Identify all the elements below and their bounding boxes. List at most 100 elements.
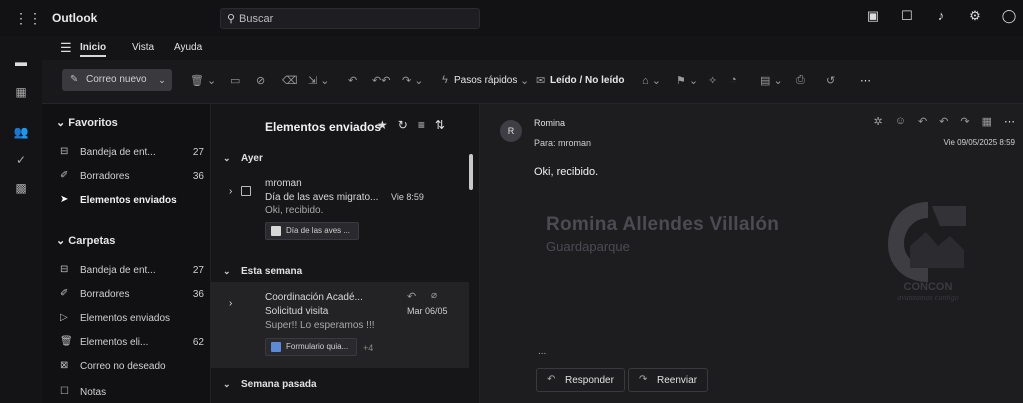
- sent-icon: ➤: [60, 194, 69, 205]
- account-icon[interactable]: ◯: [1001, 8, 1017, 24]
- people-icon[interactable]: 👥: [13, 124, 29, 140]
- reply-icon[interactable]: ↶: [918, 115, 927, 128]
- print-icon[interactable]: ⎙: [796, 74, 805, 87]
- move-icon[interactable]: ⇲ ⌄: [308, 74, 330, 87]
- folders-header[interactable]: ⌄ Carpetas: [56, 234, 115, 247]
- sort-icon[interactable]: ⇅: [435, 118, 445, 132]
- mail-preview: Super!! Lo esperamos !!!: [265, 320, 375, 331]
- group-header-yesterday[interactable]: ⌄ Ayer: [223, 153, 263, 164]
- folder-notes[interactable]: ☐ Notas: [60, 384, 210, 403]
- app-launcher-icon[interactable]: ⋮⋮: [14, 11, 42, 25]
- read-unread-button[interactable]: Leído / No leído: [550, 75, 624, 86]
- chevron-down-icon[interactable]: ⌄: [520, 74, 529, 87]
- pin-icon[interactable]: ✧: [708, 74, 717, 87]
- reply-icon: ↶: [547, 374, 556, 385]
- star-icon[interactable]: ★: [377, 118, 388, 132]
- sender-name[interactable]: Romina: [534, 118, 565, 128]
- feedback-icon[interactable]: ☐: [899, 8, 915, 24]
- select-checkbox[interactable]: [241, 186, 251, 196]
- sweep-icon[interactable]: ⌫: [282, 74, 298, 87]
- folder-favorite-drafts[interactable]: ✐ Borradores 36: [60, 168, 210, 188]
- reply-all-icon[interactable]: ↶↶: [372, 74, 390, 87]
- apps-icon[interactable]: ▩: [13, 180, 29, 196]
- logo-tagline: avanzamos contigo: [897, 293, 959, 302]
- folder-junk[interactable]: ⊠ Correo no deseado: [60, 358, 210, 378]
- reply-button[interactable]: ↶ Responder: [536, 368, 625, 392]
- snooze-icon[interactable]: ◔: [730, 74, 737, 86]
- calendar-icon[interactable]: ▦: [13, 84, 29, 100]
- message-list: Elementos enviados ★ ↻ ≡ ⇅ ⌄ Ayer › mrom…: [210, 104, 480, 403]
- more-attachments[interactable]: +4: [363, 343, 373, 353]
- more-icon[interactable]: ⋯: [860, 74, 871, 87]
- recipient-line: Para: mroman: [534, 138, 592, 148]
- tab-ayuda[interactable]: Ayuda: [174, 42, 202, 53]
- undo-icon[interactable]: ↺: [826, 74, 835, 87]
- list-item[interactable]: › mroman Día de las aves migrato... Vie …: [211, 170, 469, 250]
- mail-subject: Día de las aves migrato...: [265, 192, 379, 203]
- app-rail: ▬ ▦ 👥 ✓ ▩: [0, 36, 42, 403]
- archive-icon[interactable]: ▭: [230, 74, 240, 87]
- forward-button[interactable]: ↷ Reenviar: [628, 368, 709, 392]
- mail-icon[interactable]: ▬: [13, 54, 29, 70]
- logo-text: CONCON: [904, 281, 953, 293]
- drafts-icon: ✐: [60, 288, 69, 299]
- new-mail-dropdown[interactable]: ⌄: [154, 69, 170, 91]
- tag-icon[interactable]: ⌂ ⌄: [642, 74, 661, 87]
- group-header-this-week[interactable]: ⌄ Esta semana: [223, 266, 302, 277]
- bell-icon[interactable]: ♪: [933, 8, 949, 24]
- reading-pane: R Romina Para: mroman Vie 09/05/2025 8:5…: [480, 104, 1023, 403]
- delete-icon[interactable]: 🗑 ⌄: [190, 74, 216, 87]
- reply-icon[interactable]: ↶: [348, 74, 357, 87]
- tab-inicio[interactable]: Inicio: [80, 42, 107, 57]
- chevron-down-icon: ⌄: [56, 235, 69, 247]
- quick-steps-button[interactable]: Pasos rápidos: [454, 75, 517, 86]
- avatar[interactable]: R: [500, 120, 522, 142]
- folder-drafts[interactable]: ✐ Borradores 36: [60, 286, 210, 306]
- chevron-right-icon[interactable]: ›: [229, 298, 232, 309]
- reply-icon[interactable]: ↶: [407, 290, 416, 303]
- folder-favorite-inbox[interactable]: ⊟ Bandeja de ent... 27: [60, 144, 210, 164]
- list-item[interactable]: › Coordinación Acadé... ↶ ⌀ Solicitud vi…: [211, 282, 469, 368]
- refresh-icon[interactable]: ↻: [398, 118, 408, 132]
- chevron-down-icon: ⌄: [223, 153, 231, 163]
- search-placeholder: Buscar: [239, 13, 274, 25]
- app-title[interactable]: Outlook: [52, 11, 97, 25]
- attachment-chip[interactable]: Día de las aves ...: [265, 222, 360, 240]
- junk-icon: ⊠: [60, 360, 69, 371]
- flag-icon[interactable]: ⚑ ⌄: [676, 74, 698, 87]
- report-icon[interactable]: ⊘: [256, 74, 265, 87]
- word-file-icon: [271, 342, 281, 352]
- emoji-icon[interactable]: ☺: [895, 115, 906, 128]
- group-header-last-week[interactable]: ⌄ Semana pasada: [223, 379, 317, 390]
- folder-pane: ⌄ Favoritos ⊟ Bandeja de ent... 27 ✐ Bor…: [42, 104, 210, 403]
- mail-time: Vie 8:59: [391, 192, 424, 202]
- folder-favorite-sent[interactable]: ➤ Elementos enviados: [60, 192, 210, 212]
- todo-icon[interactable]: ✓: [13, 152, 29, 168]
- sparkle-icon[interactable]: ✲: [873, 115, 882, 128]
- tab-vista[interactable]: Vista: [132, 42, 154, 53]
- more-icon[interactable]: ⋯: [1004, 115, 1015, 128]
- filter-icon[interactable]: ≡: [418, 118, 425, 132]
- forward-icon: ↷: [639, 374, 648, 385]
- calendar-icon[interactable]: ▦: [982, 115, 992, 128]
- folder-deleted[interactable]: 🗑 Elementos eli... 62: [60, 334, 210, 354]
- mail-sender: mroman: [265, 178, 302, 189]
- favorites-header[interactable]: ⌄ Favoritos: [56, 116, 118, 129]
- hamburger-icon[interactable]: ☰: [60, 40, 72, 56]
- attachment-icon: ⌀: [431, 290, 438, 301]
- forward-icon[interactable]: ↷: [960, 115, 969, 128]
- show-trimmed-content[interactable]: ...: [538, 346, 546, 357]
- chevron-right-icon[interactable]: ›: [229, 186, 232, 197]
- list-scrollbar[interactable]: [469, 154, 473, 190]
- folder-sent[interactable]: ▷ Elementos enviados: [60, 310, 210, 330]
- attachment-chip[interactable]: Formulario quia...: [265, 338, 358, 356]
- teams-icon[interactable]: ▣: [865, 8, 881, 24]
- settings-icon[interactable]: ⚙: [967, 8, 983, 24]
- folder-inbox[interactable]: ⊟ Bandeja de ent... 27: [60, 262, 210, 282]
- search-box[interactable]: ⚲ Buscar: [220, 8, 480, 29]
- forward-icon[interactable]: ↷ ⌄: [402, 74, 424, 87]
- reply-all-icon[interactable]: ↶: [939, 115, 948, 128]
- list-title: Elementos enviados: [265, 120, 382, 134]
- rules-icon[interactable]: ▤ ⌄: [760, 74, 783, 87]
- notes-icon: ☐: [60, 386, 69, 397]
